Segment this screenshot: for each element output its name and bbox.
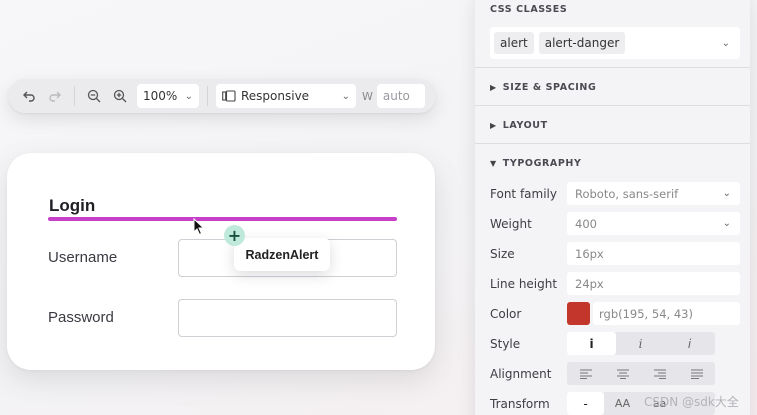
section-divider — [475, 143, 750, 144]
css-classes-header: CSS CLASSES — [490, 4, 567, 15]
zoom-in-icon[interactable] — [109, 85, 131, 107]
align-right-icon[interactable] — [641, 362, 678, 385]
width-input[interactable]: auto — [376, 84, 425, 108]
size-label: Size — [490, 247, 515, 261]
weight-select[interactable]: 400 ⌄ — [567, 212, 740, 235]
toolbar-divider — [74, 86, 75, 106]
mouse-cursor-icon — [193, 217, 205, 236]
weight-label: Weight — [490, 217, 532, 231]
color-label: Color — [490, 307, 522, 321]
username-label: Username — [48, 249, 118, 266]
css-class-chip[interactable]: alert — [494, 32, 534, 54]
form-title[interactable]: Login — [49, 196, 95, 216]
transform-uppercase-button[interactable]: AA — [604, 392, 641, 415]
size-spacing-title: SIZE & SPACING — [502, 82, 597, 93]
alignment-label: Alignment — [490, 367, 552, 381]
chevron-down-icon: ⌄ — [721, 37, 730, 49]
style-normal-button[interactable]: i — [567, 332, 616, 355]
chevron-down-icon: ⌄ — [341, 90, 350, 102]
properties-panel: CSS CLASSES alert alert-danger ⌄ ▶ SIZE … — [475, 0, 750, 415]
watermark: CSDN @sdk大全 — [644, 395, 739, 409]
alignment-toggle-group — [567, 362, 715, 385]
device-value: Responsive — [241, 89, 310, 103]
transform-none-button[interactable]: - — [567, 392, 604, 415]
device-select[interactable]: Responsive ⌄ — [216, 84, 356, 108]
drop-indicator-line — [48, 217, 397, 221]
color-swatch[interactable] — [567, 302, 590, 325]
password-label: Password — [48, 309, 114, 326]
caret-right-icon: ▶ — [490, 121, 497, 130]
section-divider — [475, 105, 750, 106]
zoom-value: 100% — [143, 89, 178, 103]
align-center-icon[interactable] — [604, 362, 641, 385]
font-family-value: Roboto, sans-serif — [575, 186, 679, 201]
align-justify-icon[interactable] — [678, 362, 715, 385]
font-family-label: Font family — [490, 187, 557, 201]
size-spacing-section[interactable]: ▶ SIZE & SPACING — [490, 82, 596, 93]
toolbar-divider — [207, 86, 208, 106]
weight-value: 400 — [575, 216, 597, 231]
designer-toolbar: 100% ⌄ Responsive ⌄ W auto — [8, 79, 436, 113]
zoom-select[interactable]: 100% ⌄ — [137, 84, 199, 108]
chevron-down-icon: ⌄ — [722, 218, 731, 229]
css-classes-title: CSS CLASSES — [490, 4, 568, 15]
layout-section[interactable]: ▶ LAYOUT — [490, 120, 548, 131]
chevron-down-icon: ⌄ — [184, 90, 193, 102]
style-label: Style — [490, 337, 521, 351]
css-classes-select[interactable]: alert alert-danger ⌄ — [490, 27, 740, 59]
font-family-select[interactable]: Roboto, sans-serif ⌄ — [567, 182, 740, 205]
width-label: W — [362, 89, 373, 103]
redo-icon[interactable] — [44, 85, 66, 107]
section-divider — [475, 67, 750, 68]
caret-right-icon: ▶ — [490, 83, 497, 92]
canvas-form-card: Login Username Password — [7, 153, 435, 370]
transform-label: Transform — [490, 397, 550, 411]
size-input[interactable]: 16px — [567, 242, 740, 265]
css-class-chip[interactable]: alert-danger — [538, 32, 626, 54]
layout-title: LAYOUT — [502, 120, 548, 131]
password-field[interactable] — [178, 299, 397, 337]
drag-component-tooltip: RadzenAlert — [234, 238, 330, 271]
plus-icon: + — [224, 225, 245, 246]
devices-icon — [222, 90, 236, 102]
style-toggle-group: i i i — [567, 332, 715, 355]
typography-section[interactable]: ▼ TYPOGRAPHY — [490, 158, 581, 169]
chevron-down-icon: ⌄ — [722, 188, 731, 199]
color-input[interactable]: rgb(195, 54, 43) — [593, 302, 740, 325]
style-italic-button[interactable]: i — [616, 332, 665, 355]
line-height-input[interactable]: 24px — [567, 272, 740, 295]
align-left-icon[interactable] — [567, 362, 604, 385]
line-height-label: Line height — [490, 277, 558, 291]
zoom-out-icon[interactable] — [83, 85, 105, 107]
typography-title: TYPOGRAPHY — [502, 158, 582, 169]
undo-icon[interactable] — [18, 85, 40, 107]
style-oblique-button[interactable]: i — [665, 332, 714, 355]
caret-down-icon: ▼ — [490, 159, 497, 168]
